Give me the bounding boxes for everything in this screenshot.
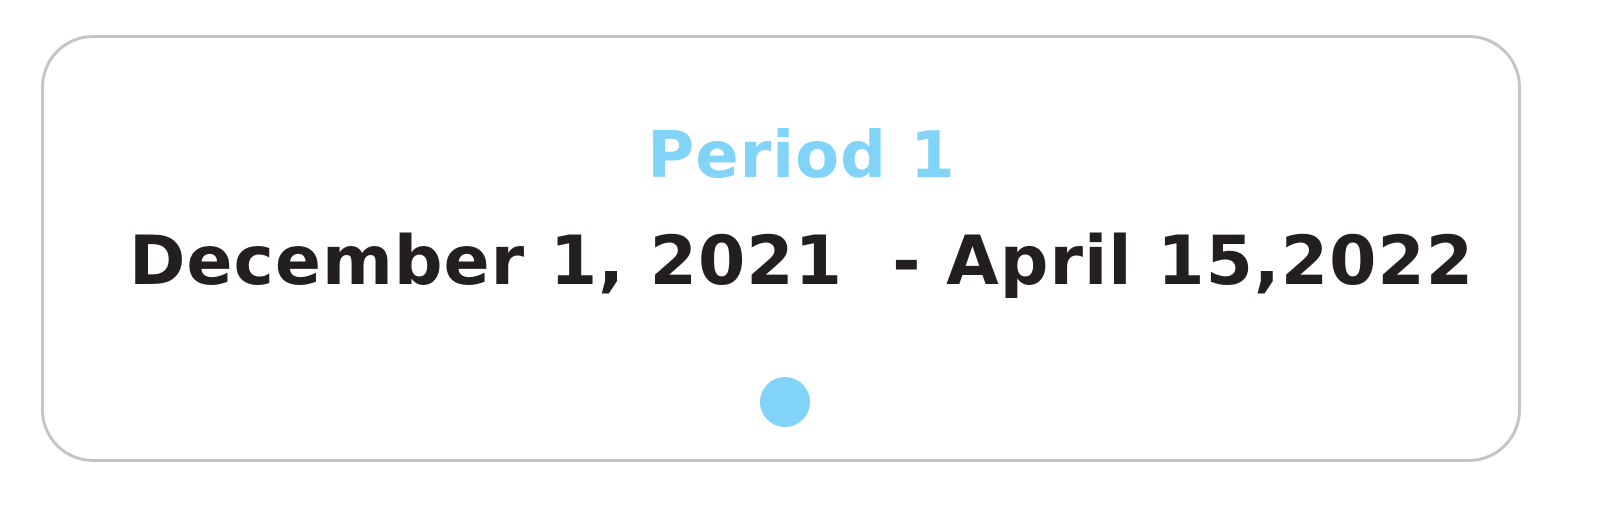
period-date-range: December 1, 2021 - April 15,2022	[128, 222, 1475, 301]
period-indicator-dot	[760, 377, 810, 427]
period-title: Period 1	[647, 119, 956, 193]
